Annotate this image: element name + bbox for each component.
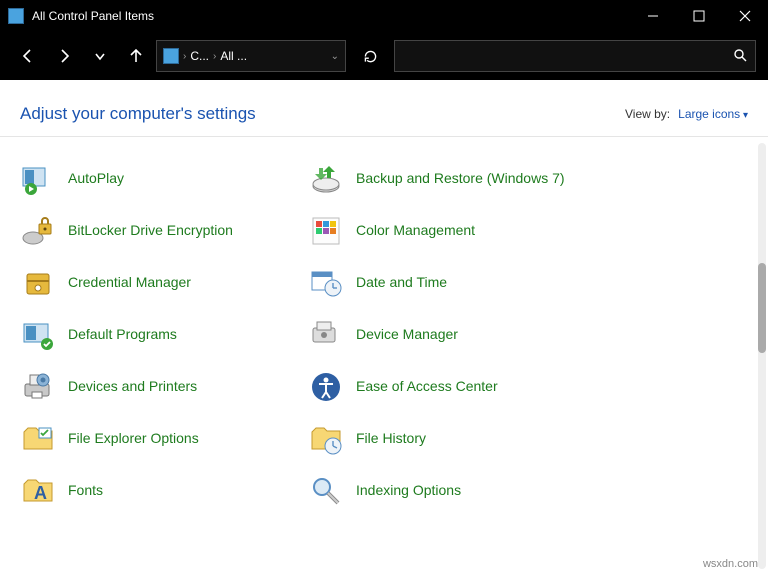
watermark: wsxdn.com xyxy=(703,558,758,570)
control-panel-icon xyxy=(8,8,24,24)
item-label: Ease of Access Center xyxy=(356,378,498,396)
date-time-icon xyxy=(308,265,344,301)
chevron-right-icon: › xyxy=(183,51,186,62)
credential-manager-icon xyxy=(20,265,56,301)
item-bitlocker[interactable]: BitLocker Drive Encryption xyxy=(20,213,280,249)
forward-button[interactable] xyxy=(48,40,80,72)
control-panel-icon xyxy=(163,48,179,64)
scrollbar-thumb[interactable] xyxy=(758,263,766,353)
item-ease-of-access[interactable]: Ease of Access Center xyxy=(308,369,568,405)
content-header: Adjust your computer's settings View by:… xyxy=(0,80,768,137)
item-default-programs[interactable]: Default Programs xyxy=(20,317,280,353)
item-indexing-options[interactable]: Indexing Options xyxy=(308,473,568,509)
item-label: Credential Manager xyxy=(68,274,191,292)
back-button[interactable] xyxy=(12,40,44,72)
maximize-button[interactable] xyxy=(676,0,722,32)
recent-locations-button[interactable] xyxy=(84,40,116,72)
item-label: Device Manager xyxy=(356,326,458,344)
up-button[interactable] xyxy=(120,40,152,72)
window-title: All Control Panel Items xyxy=(32,9,630,23)
title-bar: All Control Panel Items xyxy=(0,0,768,32)
devices-printers-icon xyxy=(20,369,56,405)
close-button[interactable] xyxy=(722,0,768,32)
fonts-icon: A xyxy=(20,473,56,509)
file-explorer-options-icon xyxy=(20,421,56,457)
item-label: Backup and Restore (Windows 7) xyxy=(356,170,565,188)
svg-text:A: A xyxy=(34,483,47,503)
view-by-label: View by: xyxy=(625,107,670,121)
item-label: AutoPlay xyxy=(68,170,124,188)
vertical-scrollbar[interactable] xyxy=(758,143,766,569)
item-label: Color Management xyxy=(356,222,475,240)
item-label: File History xyxy=(356,430,426,448)
view-by-dropdown[interactable]: Large icons xyxy=(678,107,748,121)
color-management-icon xyxy=(308,213,344,249)
item-date-time[interactable]: Date and Time xyxy=(308,265,568,301)
item-file-history[interactable]: File History xyxy=(308,421,568,457)
item-label: File Explorer Options xyxy=(68,430,199,448)
item-label: Default Programs xyxy=(68,326,177,344)
chevron-down-icon[interactable]: ⌄ xyxy=(331,51,339,62)
breadcrumb-item[interactable]: C... xyxy=(190,49,209,63)
ease-of-access-icon xyxy=(308,369,344,405)
item-label: Devices and Printers xyxy=(68,378,197,396)
item-fonts[interactable]: A Fonts xyxy=(20,473,280,509)
minimize-button[interactable] xyxy=(630,0,676,32)
item-label: BitLocker Drive Encryption xyxy=(68,222,233,240)
item-devices-printers[interactable]: Devices and Printers xyxy=(20,369,280,405)
breadcrumb-item[interactable]: All ... xyxy=(220,49,247,63)
item-label: Fonts xyxy=(68,482,103,500)
item-credential-manager[interactable]: Credential Manager xyxy=(20,265,280,301)
refresh-button[interactable] xyxy=(350,40,390,72)
item-file-explorer-options[interactable]: File Explorer Options xyxy=(20,421,280,457)
items-grid: AutoPlay Backup and Restore (Windows 7) … xyxy=(20,161,748,509)
content-area: AutoPlay Backup and Restore (Windows 7) … xyxy=(0,137,768,575)
item-autoplay[interactable]: AutoPlay xyxy=(20,161,280,197)
navigation-bar: › C... › All ... ⌄ xyxy=(0,32,768,80)
backup-restore-icon xyxy=(308,161,344,197)
search-icon xyxy=(733,48,747,65)
page-title: Adjust your computer's settings xyxy=(20,104,256,124)
bitlocker-icon xyxy=(20,213,56,249)
item-device-manager[interactable]: Device Manager xyxy=(308,317,568,353)
item-color-management[interactable]: Color Management xyxy=(308,213,568,249)
chevron-right-icon: › xyxy=(213,51,216,62)
item-backup-restore[interactable]: Backup and Restore (Windows 7) xyxy=(308,161,568,197)
device-manager-icon xyxy=(308,317,344,353)
default-programs-icon xyxy=(20,317,56,353)
search-box[interactable] xyxy=(394,40,756,72)
file-history-icon xyxy=(308,421,344,457)
item-label: Indexing Options xyxy=(356,482,461,500)
address-bar[interactable]: › C... › All ... ⌄ xyxy=(156,40,346,72)
item-label: Date and Time xyxy=(356,274,447,292)
indexing-options-icon xyxy=(308,473,344,509)
autoplay-icon xyxy=(20,161,56,197)
